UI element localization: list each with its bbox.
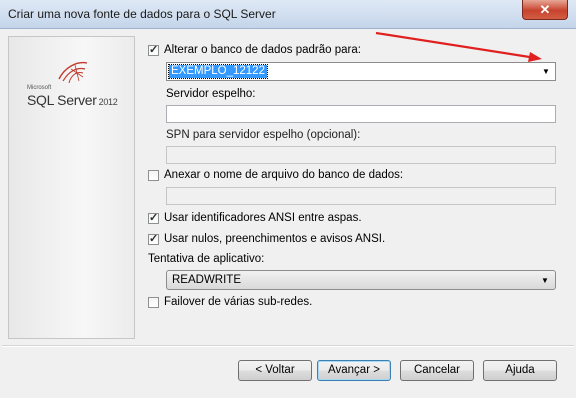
multisubnet-checkbox[interactable]: [148, 297, 159, 308]
default-database-value: EXEMPLO_12122: [168, 64, 268, 79]
app-intent-value: READWRITE: [172, 274, 241, 286]
sql-server-logo-panel: Microsoft SQL Server 2012: [8, 36, 135, 339]
ansi-nulls-label: Usar nulos, preenchimentos e avisos ANSI…: [164, 233, 386, 245]
ansi-quoted-checkbox[interactable]: [148, 211, 159, 224]
app-intent-select[interactable]: READWRITE ▼: [166, 270, 556, 290]
window-title: Criar uma nova fonte de dados para o SQL…: [8, 7, 276, 21]
change-db-checkbox[interactable]: [148, 43, 159, 56]
mirror-server-label: Servidor espelho:: [166, 88, 256, 100]
attach-db-input[interactable]: [166, 187, 556, 205]
title-bar: Criar uma nova fonte de dados para o SQL…: [0, 0, 576, 29]
divider: [2, 345, 574, 347]
chevron-down-icon[interactable]: ▼: [539, 65, 553, 78]
logo-year: 2012: [98, 97, 118, 107]
close-button[interactable]: ✕: [522, 0, 568, 20]
multisubnet-label: Failover de várias sub-redes.: [164, 296, 313, 308]
ansi-quoted-label: Usar identificadores ANSI entre aspas.: [164, 212, 362, 224]
logo-microsoft-text: Microsoft: [27, 85, 52, 91]
app-intent-label: Tentativa de aplicativo:: [148, 253, 265, 265]
sql-server-logo-icon: [58, 61, 88, 84]
logo-product-text: SQL Server 2012: [27, 92, 118, 108]
cancel-button[interactable]: Cancelar: [400, 360, 474, 381]
dialog-client-area: Microsoft SQL Server2012 Alterar o banco…: [2, 29, 574, 396]
mirror-spn-label: SPN para servidor espelho (opcional):: [166, 129, 361, 141]
back-button[interactable]: < Voltar: [238, 360, 312, 381]
help-button[interactable]: Ajuda: [483, 360, 557, 381]
mirror-server-input[interactable]: [166, 105, 556, 123]
close-icon: ✕: [539, 1, 551, 17]
change-db-label: Alterar o banco de dados padrão para:: [164, 44, 361, 56]
next-button[interactable]: Avançar >: [317, 360, 391, 381]
logo-product-name: SQL Server: [27, 92, 97, 108]
mirror-spn-input[interactable]: [166, 146, 556, 164]
attach-db-checkbox[interactable]: [148, 170, 159, 181]
ansi-nulls-checkbox[interactable]: [148, 232, 159, 245]
attach-db-label: Anexar o nome de arquivo do banco de dad…: [164, 169, 404, 181]
default-database-combo[interactable]: EXEMPLO_12122 ▼: [166, 62, 556, 81]
chevron-down-icon[interactable]: ▼: [538, 274, 552, 287]
dialog-window: Criar uma nova fonte de dados para o SQL…: [0, 0, 576, 398]
